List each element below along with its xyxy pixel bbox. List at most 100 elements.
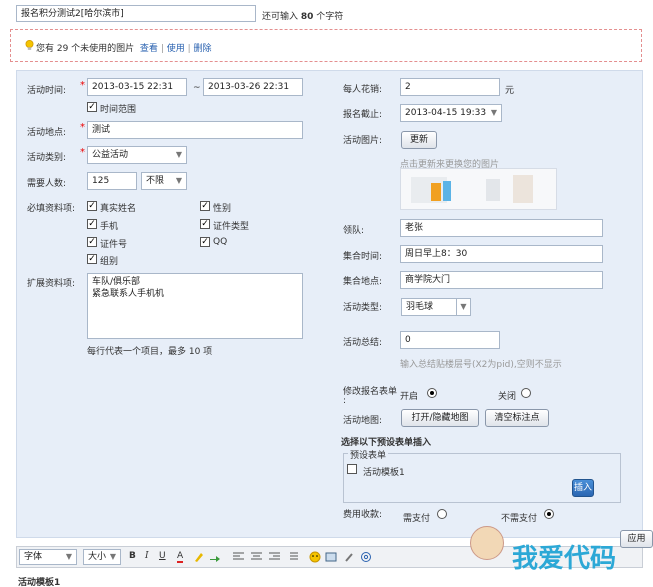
toggle-map-button[interactable]: 打开/隐藏地图	[401, 409, 479, 427]
required-item-label: 证件类型	[213, 222, 250, 232]
time-range-checkbox[interactable]: ✓	[87, 102, 97, 112]
lightbulb-icon	[25, 40, 34, 50]
remaining-chars: 还可输入 80 个字符	[262, 9, 343, 22]
italic-button[interactable]: I	[145, 551, 149, 561]
summary-input[interactable]: 0	[400, 331, 500, 349]
remaining-count: 80	[300, 12, 314, 22]
preset-item-checkbox[interactable]	[347, 464, 357, 474]
deadline-label: 报名截止:	[343, 110, 383, 120]
notice-text: 您有 29 个未使用的图片	[36, 44, 135, 54]
underline-button[interactable]: U	[159, 551, 166, 561]
category-select[interactable]: 公益活动 ▼	[87, 146, 187, 164]
cost-input[interactable]: 2	[400, 78, 500, 96]
view-link[interactable]: 查看	[140, 44, 158, 54]
image-shape	[411, 177, 447, 203]
time-tilde: ~	[193, 83, 201, 93]
title-input[interactable]: 报名积分测试2[哈尔滨市]	[16, 5, 256, 22]
start-time-input[interactable]: 2013-03-15 22:31	[87, 78, 187, 96]
location-input[interactable]: 测试	[87, 121, 303, 139]
gather-place-label: 集合地点:	[343, 277, 383, 287]
chevron-down-icon: ▼	[175, 150, 183, 159]
unused-image-notice: 您有 29 个未使用的图片 查看 | 使用 | 删除	[10, 29, 642, 62]
use-link[interactable]: 使用	[167, 44, 185, 54]
remaining-suffix: 个字符	[316, 12, 344, 22]
image-shape	[443, 181, 451, 201]
align-center-icon[interactable]	[251, 552, 262, 562]
at-icon[interactable]	[360, 551, 372, 563]
watermark-logo: 我爱代码 应用	[470, 508, 653, 587]
attachment-icon[interactable]	[343, 551, 355, 563]
activity-type-select[interactable]: 羽毛球 ▼	[401, 298, 471, 316]
preset-title: 选择以下预设表单插入	[341, 438, 432, 448]
modify-form-close-radio[interactable]	[521, 388, 531, 398]
location-label: 活动地点:	[27, 128, 67, 138]
required-item-checkbox[interactable]: ✓	[87, 219, 97, 229]
apply-side-button[interactable]: 应用	[620, 530, 653, 548]
end-time-input[interactable]: 2013-03-26 22:31	[203, 78, 303, 96]
map-label: 活动地图:	[343, 416, 383, 426]
modify-form-label: 修改报名表单	[343, 387, 398, 397]
deadline-select[interactable]: 2013-04-15 19:33 ▼	[400, 104, 502, 122]
activity-form-panel: 活动时间: * 2013-03-15 22:31 ~ 2013-03-26 22…	[16, 70, 643, 538]
cost-unit: 元	[505, 86, 515, 96]
required-star: *	[80, 147, 85, 158]
leader-input[interactable]: 老张	[400, 219, 603, 237]
time-label: 活动时间:	[27, 86, 67, 96]
fee-label: 费用收款:	[343, 510, 383, 520]
required-item-checkbox[interactable]: ✓	[87, 254, 97, 264]
gather-time-label: 集合时间:	[343, 252, 383, 262]
clear-markers-button[interactable]: 清空标注点	[485, 409, 549, 427]
required-item-label: 真实姓名	[100, 204, 137, 214]
gather-time-input[interactable]: 周日早上8：30	[400, 245, 603, 263]
leader-label: 领队:	[343, 226, 365, 236]
remaining-prefix: 还可输入	[262, 12, 299, 22]
bold-button[interactable]: B	[129, 551, 136, 561]
required-item-checkbox[interactable]: ✓	[200, 201, 210, 211]
preset-fieldset: 预设表单 活动模板1 插入	[343, 448, 621, 503]
image-icon[interactable]	[325, 551, 337, 563]
extend-hint: 每行代表一个项目，最多 10 项	[87, 347, 213, 357]
required-item-label: QQ	[213, 237, 228, 247]
font-family-select[interactable]: 字体 ▼	[19, 549, 77, 565]
summary-label: 活动总结:	[343, 338, 383, 348]
font-family-label: 字体	[24, 552, 43, 562]
chevron-down-icon: ▼	[65, 552, 73, 561]
extend-fields-label: 扩展资料项:	[27, 279, 76, 289]
preset-legend: 预设表单	[348, 448, 389, 461]
align-left-icon[interactable]	[233, 552, 244, 562]
required-item-checkbox[interactable]: ✓	[87, 201, 97, 211]
image-shape	[486, 179, 500, 201]
close-label: 关闭	[498, 392, 517, 402]
gather-place-input[interactable]: 商学院大门	[400, 271, 603, 289]
extend-fields-textarea[interactable]: 车队/俱乐部 紧急联系人手机机	[87, 273, 303, 339]
fee-pay-radio[interactable]	[437, 509, 447, 519]
required-star: *	[80, 122, 85, 133]
modify-form-colon: :	[343, 396, 347, 406]
activity-image-thumbnail[interactable]	[400, 168, 557, 210]
open-label: 开启	[400, 392, 419, 402]
modify-form-open-radio[interactable]	[427, 388, 437, 398]
highlight-icon[interactable]	[193, 551, 205, 563]
extend-line: 车队/俱乐部	[92, 277, 141, 287]
required-item-label: 证件号	[100, 240, 128, 250]
font-color-button[interactable]: A	[177, 551, 184, 563]
required-item-checkbox[interactable]: ✓	[200, 237, 210, 247]
chevron-down-icon: ▼	[109, 552, 117, 561]
font-size-select[interactable]: 大小 ▼	[83, 549, 121, 565]
required-item-checkbox[interactable]: ✓	[87, 237, 97, 247]
required-item-label: 性别	[213, 204, 232, 214]
people-input[interactable]: 125	[87, 172, 137, 190]
align-right-icon[interactable]	[269, 552, 280, 562]
fee-pay-label: 需支付	[403, 514, 431, 524]
delete-link[interactable]: 删除	[194, 44, 212, 54]
required-item-checkbox[interactable]: ✓	[200, 219, 210, 229]
smiley-icon[interactable]	[309, 551, 321, 563]
category-label: 活动类别:	[27, 153, 67, 163]
editor-content-title: 活动模板1	[18, 578, 61, 587]
people-limit-select[interactable]: 不限 ▼	[141, 172, 187, 190]
required-fields-label: 必填资料项:	[27, 204, 76, 214]
update-image-button[interactable]: 更新	[401, 131, 437, 149]
list-icon[interactable]	[287, 552, 298, 562]
insert-button[interactable]: 插入	[572, 479, 594, 497]
link-icon[interactable]	[209, 551, 221, 563]
